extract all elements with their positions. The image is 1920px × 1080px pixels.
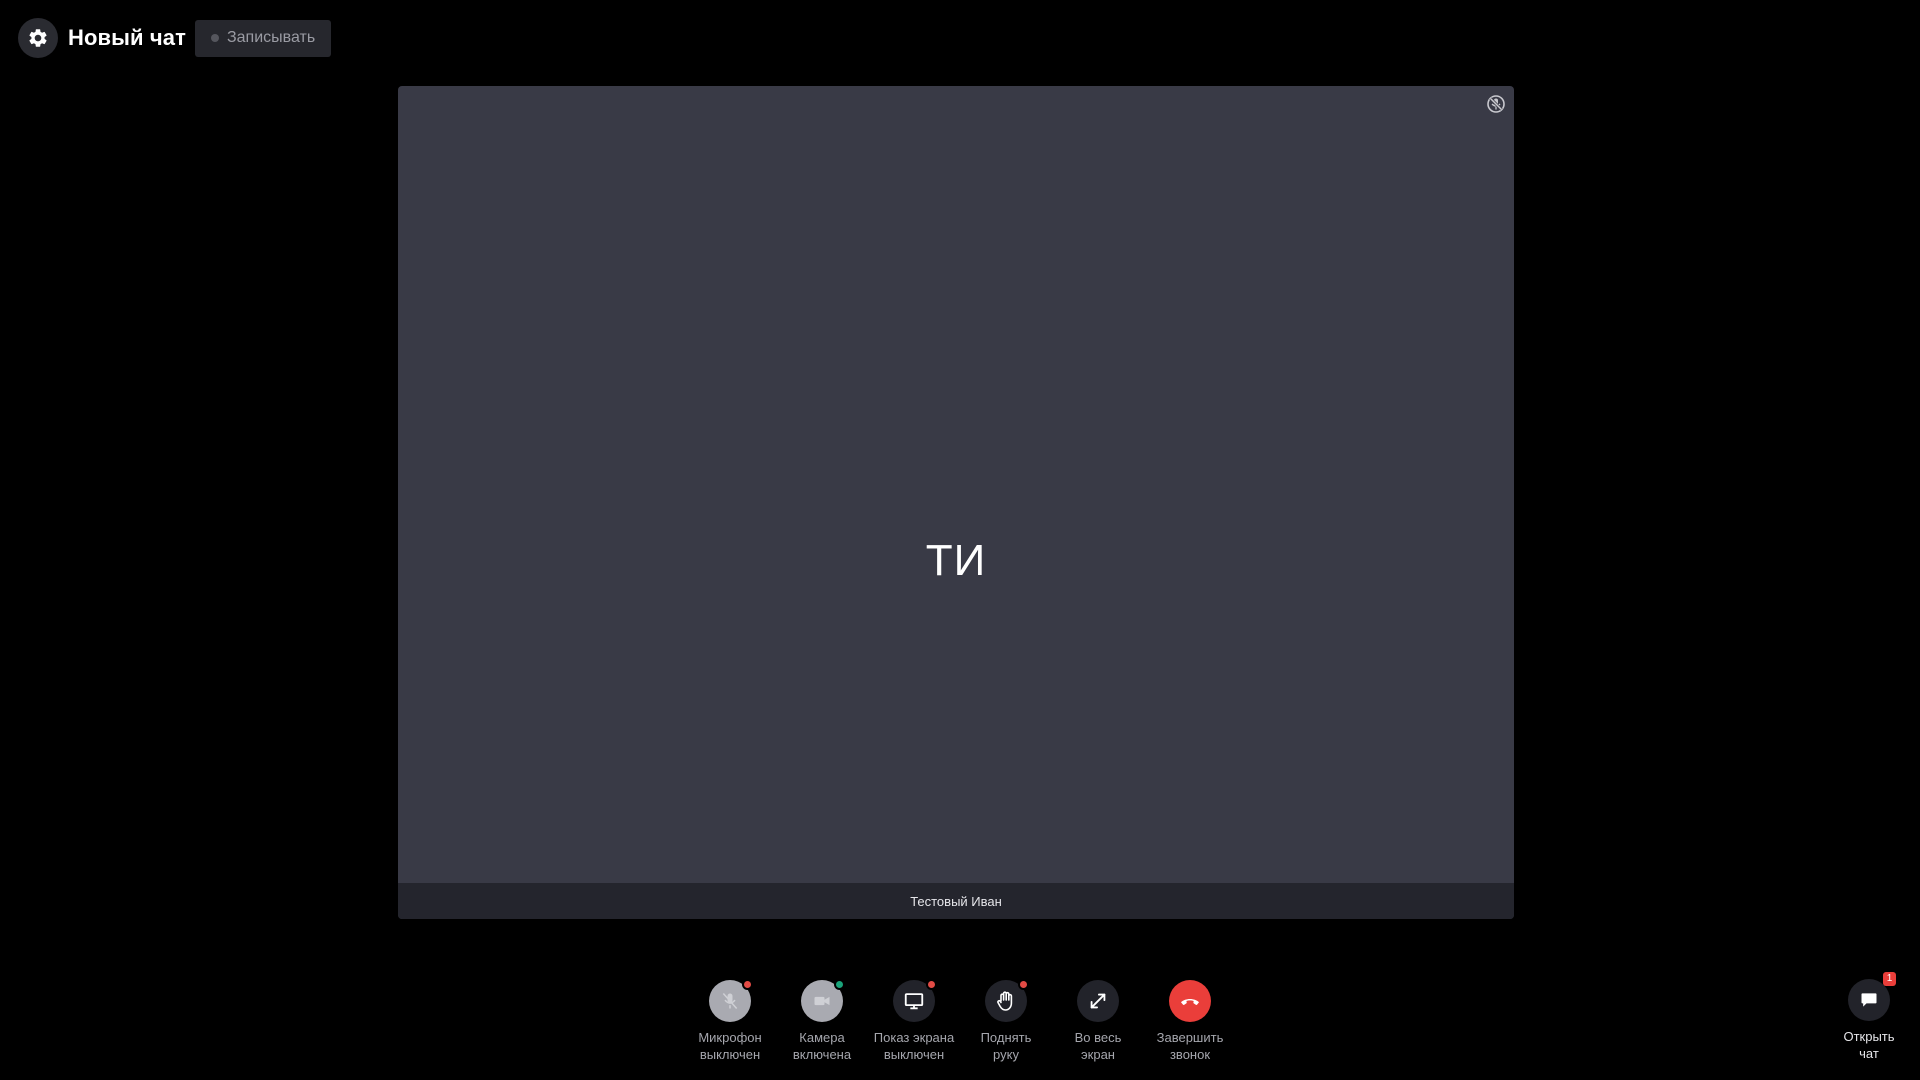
avatar-initials: ТИ [925,536,987,585]
screen-share-toggle[interactable]: Показ экрана выключен [868,979,960,1063]
raise-hand-button-circle[interactable] [985,979,1029,1022]
monitor-icon [904,993,924,1010]
screen-share-label: Показ экрана выключен [873,1030,955,1062]
participant-name: Тестовый Иван [910,893,1002,909]
gear-icon [29,29,47,47]
unread-count-badge: 1 [1883,972,1896,986]
camera-status-dot [834,979,845,990]
raise-hand-status-dot [1018,979,1029,990]
raise-hand-toggle[interactable]: Поднять руку [960,979,1052,1063]
screen-share-status-dot [926,979,937,990]
mic-status-dot [742,979,753,990]
mic-muted-icon [1487,95,1505,113]
end-call-button-circle[interactable] [1169,980,1211,1022]
participant-name-bar: Тестовый Иван [398,883,1514,919]
open-chat-label: Открыть чат [1843,1029,1895,1061]
chat-title: Новый чат [68,25,186,50]
call-controls: Микрофон выключен Камера включена Показ … [0,979,1920,1080]
top-bar: Новый чат Записывать [18,18,332,58]
end-call-button[interactable]: Завершить звонок [1144,980,1236,1063]
open-chat-toggle[interactable]: 1 Открыть чат [1828,972,1910,1062]
fullscreen-toggle[interactable]: Во весь экран [1052,980,1144,1063]
record-label: Записывать [226,29,316,46]
mic-off-icon [722,993,738,1009]
microphone-label: Микрофон выключен [698,1030,762,1062]
camera-button-circle[interactable] [801,979,845,1022]
expand-icon [1090,993,1106,1009]
open-chat-button-circle[interactable]: 1 [1848,972,1896,1021]
end-call-label: Завершить звонок [1156,1030,1224,1062]
fullscreen-button-circle[interactable] [1077,980,1119,1022]
chat-bubble-icon [1861,993,1877,1007]
record-button[interactable]: Записывать [194,19,332,57]
hand-icon [997,991,1013,1011]
camera-toggle[interactable]: Камера включена [776,979,868,1063]
video-camera-icon [814,996,830,1006]
record-dot-icon [210,34,219,42]
camera-label: Камера включена [792,1030,852,1062]
screen-share-button-circle[interactable] [893,979,937,1022]
raise-hand-label: Поднять руку [980,1030,1032,1062]
microphone-button-circle[interactable] [709,979,753,1022]
settings-button[interactable] [18,18,58,58]
participant-tile[interactable]: ТИ Тестовый Иван [398,86,1514,919]
microphone-toggle[interactable]: Микрофон выключен [684,979,776,1063]
fullscreen-label: Во весь экран [1074,1030,1122,1062]
phone-hangup-icon [1181,999,1199,1005]
